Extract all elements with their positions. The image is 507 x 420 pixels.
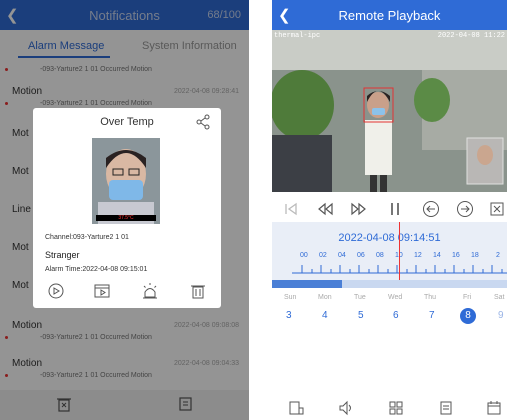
page-title: Remote Playback	[338, 8, 441, 23]
video-player[interactable]: thermal-ipc 2022-04-08 11:22	[272, 30, 507, 192]
notifications-screen: ❮ Notifications 68/100 Alarm Message Sys…	[0, 0, 249, 420]
tick-label: 12	[414, 252, 422, 259]
tick-label: 14	[433, 252, 441, 259]
playback-timeline[interactable]: 2022-04-08 09:14:51 00 02 04 06 08 10 12…	[272, 222, 507, 280]
day-name: Thu	[424, 294, 437, 301]
face-snapshot[interactable]: 37.5°C	[92, 138, 160, 224]
day-number[interactable]: 4	[322, 310, 328, 321]
tick-label: 2	[496, 252, 500, 259]
day-name: Tue	[354, 294, 366, 301]
step-back-icon[interactable]	[422, 200, 440, 218]
playback-controls	[272, 198, 507, 220]
fast-forward-icon[interactable]	[350, 200, 368, 218]
tick-label: 08	[376, 252, 384, 259]
remote-playback-screen: ❮ Remote Playback thermal-ipc 2022-04-08…	[272, 0, 507, 420]
step-forward-icon[interactable]	[456, 200, 474, 218]
timeline-cursor[interactable]	[399, 222, 400, 280]
day-name: Fri	[463, 294, 472, 301]
timestamp-osd: 2022-04-08 11:22	[437, 32, 505, 40]
tick-marks	[292, 265, 507, 274]
close-icon[interactable]	[488, 200, 506, 218]
calendar-icon[interactable]	[486, 400, 502, 416]
timeline-ticks: 00 02 04 06 08 10 12 14 16 18 2	[272, 252, 507, 274]
tick-label: 06	[357, 252, 365, 259]
play-icon[interactable]	[47, 282, 65, 300]
camera-name-osd: thermal-ipc	[274, 32, 321, 40]
day-number[interactable]: 3	[286, 310, 292, 321]
day-name: Wed	[388, 294, 403, 301]
file-list-icon[interactable]	[438, 400, 454, 416]
speaker-icon[interactable]	[338, 400, 354, 416]
modal-alarm-time: Alarm Time:2022-04-08 09:15:01	[45, 266, 148, 273]
tick-label: 02	[319, 252, 327, 259]
grid-layout-icon[interactable]	[388, 400, 404, 416]
rewind-icon[interactable]	[316, 200, 334, 218]
temperature-label: 37.5°C	[96, 215, 156, 221]
pause-icon[interactable]	[386, 200, 404, 218]
tick-label: 18	[471, 252, 479, 259]
day-name: Sun	[284, 294, 297, 301]
day-number[interactable]: 6	[393, 310, 399, 321]
timeline-current-time: 2022-04-08 09:14:51	[338, 232, 441, 244]
playback-icon[interactable]	[93, 282, 111, 300]
playback-header: ❮ Remote Playback	[272, 0, 507, 30]
day-name: Sat	[494, 294, 505, 301]
share-icon[interactable]	[195, 114, 211, 130]
alarm-detail-modal: Over Temp 37.5°C Channel:093-Yarture2 1 …	[33, 108, 221, 308]
day-number[interactable]: 5	[358, 310, 364, 321]
day-name: Mon	[318, 294, 332, 301]
tick-label: 16	[452, 252, 460, 259]
previous-frame-icon[interactable]	[282, 200, 300, 218]
record-icon[interactable]	[288, 400, 304, 416]
modal-actions	[33, 280, 221, 304]
video-frame	[272, 30, 507, 192]
delete-icon[interactable]	[189, 282, 207, 300]
alarm-light-icon[interactable]	[141, 282, 159, 300]
tick-label: 04	[338, 252, 346, 259]
week-selector: Sun Mon Tue Wed Thu Fri Sat 3 4 5 6 7 8 …	[272, 292, 507, 330]
day-number-selected[interactable]: 8	[460, 308, 476, 324]
day-number[interactable]: 7	[429, 310, 435, 321]
recording-segment	[272, 280, 342, 288]
recording-bar	[272, 280, 507, 288]
modal-person-type: Stranger	[45, 250, 80, 260]
modal-channel: Channel:093-Yarture2 1 01	[45, 234, 129, 241]
face-photo	[92, 138, 160, 224]
tick-label: 00	[300, 252, 308, 259]
modal-title: Over Temp	[100, 116, 154, 128]
day-number[interactable]: 9	[498, 310, 504, 321]
